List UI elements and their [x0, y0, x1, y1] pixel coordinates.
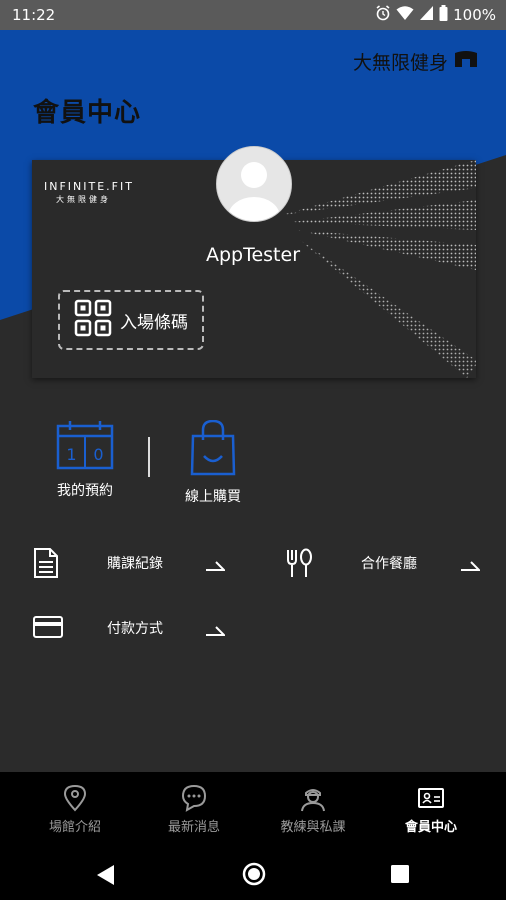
brand-name: 大無限健身	[352, 52, 448, 74]
calendar-digit-1: 1	[66, 445, 76, 464]
payment-method-label: 付款方式	[107, 621, 163, 637]
tab-latest-news[interactable]: 最新消息	[131, 772, 257, 850]
page-title: 會員中心	[33, 98, 142, 128]
partner-restaurants-label: 合作餐廳	[361, 556, 417, 572]
tab-coaches-label: 教練與私課	[280, 820, 346, 835]
partner-restaurants-item[interactable]: 合作餐廳	[285, 542, 485, 582]
battery-icon	[439, 5, 448, 25]
status-bar: 11:22 100%	[0, 0, 506, 30]
entry-barcode-label: 入場條碼	[120, 312, 188, 333]
fork-spoon-icon	[285, 548, 313, 582]
battery-percent: 100%	[453, 6, 496, 24]
location-pin-icon	[63, 784, 87, 812]
tab-member-center[interactable]: 會員中心	[368, 772, 494, 850]
card-logo: INFINITE.FIT	[44, 180, 134, 193]
purchase-history-item[interactable]: 購課紀錄	[33, 542, 233, 582]
purchase-history-label: 購課紀錄	[107, 556, 163, 572]
calendar-icon: 1 0	[56, 421, 114, 474]
user-placeholder-icon	[228, 162, 280, 221]
wifi-icon	[396, 5, 414, 25]
arrow-right-icon	[205, 556, 227, 575]
coach-icon	[301, 789, 325, 812]
recents-icon[interactable]	[391, 865, 409, 887]
my-reservations-label: 我的預約	[57, 483, 113, 499]
tab-venue-intro[interactable]: 場館介紹	[12, 772, 138, 850]
card-logo-sub: 大無限健身	[56, 195, 111, 204]
qr-code-icon	[74, 299, 112, 342]
online-purchase-button[interactable]: 線上購買	[158, 419, 268, 506]
online-purchase-label: 線上購買	[185, 489, 241, 505]
back-icon[interactable]	[96, 864, 116, 890]
arrow-right-icon	[460, 556, 482, 575]
payment-method-item[interactable]: 付款方式	[33, 607, 233, 647]
avatar[interactable]	[216, 146, 292, 222]
my-reservations-button[interactable]: 1 0 我的預約	[30, 420, 140, 500]
tab-latest-news-label: 最新消息	[167, 820, 220, 835]
tab-coaches[interactable]: 教練與私課	[250, 772, 376, 850]
bottom-navigation: 場館介紹 最新消息 教練與私課 會員中心	[0, 772, 506, 850]
home-icon[interactable]	[242, 862, 266, 890]
calendar-digit-2: 0	[93, 445, 103, 464]
brand: 大無限健身	[353, 48, 478, 75]
system-navigation-bar	[0, 850, 506, 900]
status-time: 11:22	[12, 6, 56, 24]
alarm-icon	[375, 5, 391, 25]
shopping-bag-icon	[188, 419, 238, 480]
quick-actions-divider	[148, 437, 150, 477]
document-icon	[33, 548, 59, 582]
credit-card-icon	[33, 616, 63, 642]
signal-icon	[419, 5, 434, 25]
entry-barcode-button[interactable]: 入場條碼	[58, 290, 204, 350]
chat-bubble-icon	[181, 784, 207, 812]
tab-member-center-label: 會員中心	[404, 820, 457, 835]
member-card-icon	[418, 788, 444, 808]
tab-venue-intro-label: 場館介紹	[48, 820, 101, 835]
username: AppTester	[205, 244, 301, 266]
gym-logo-icon	[454, 50, 478, 73]
arrow-right-icon	[205, 621, 227, 640]
